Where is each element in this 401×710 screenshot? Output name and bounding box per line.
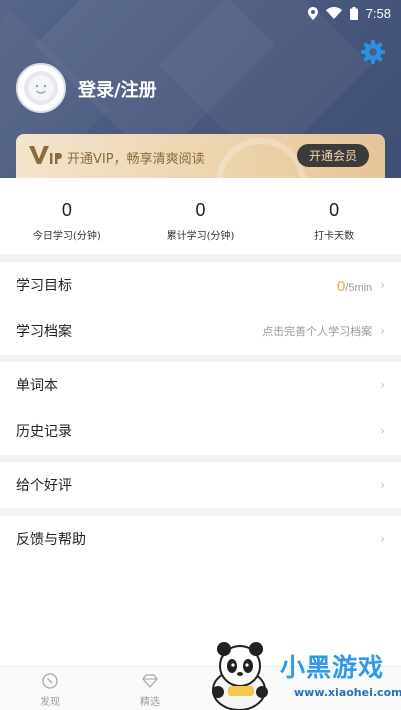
brand-watermark: 小黑游戏 www.xiaohei.com [206, 640, 401, 710]
tab-featured[interactable]: 精选 [100, 667, 200, 710]
menu-item-feedback[interactable]: 反馈与帮助 › [0, 516, 401, 562]
chevron-right-icon: › [380, 424, 385, 438]
panda-mascot-icon [212, 642, 268, 710]
diamond-icon [142, 674, 158, 688]
stat-label: 打卡天数 [314, 231, 355, 242]
menu-item-label: 给个好评 [16, 478, 72, 494]
watermark-brand: 小黑游戏 [280, 653, 385, 682]
tab-label: 发现 [40, 697, 60, 708]
tab-discover[interactable]: 发现 [0, 667, 100, 710]
study-stats: 0 今日学习(分钟) 0 累计学习(分钟) 0 打卡天数 [0, 178, 401, 254]
location-icon [307, 6, 318, 20]
menu-item-label: 单词本 [16, 378, 58, 394]
login-register-link[interactable]: 登录/注册 [78, 76, 157, 102]
battery-icon [349, 6, 358, 20]
menu-group-rate: 给个好评 › [0, 462, 401, 508]
chevron-right-icon: › [380, 324, 385, 338]
stat-value: 0 [61, 200, 72, 220]
wifi-icon [325, 7, 342, 19]
goal-unit: /5min [345, 281, 373, 294]
gear-icon [361, 40, 385, 64]
menu-item-goal[interactable]: 学习目标 0/5min › [0, 262, 401, 308]
stat-value: 0 [195, 200, 206, 220]
watermark-url: www.xiaohei.com [294, 686, 401, 699]
vip-banner[interactable]: 开通VIP，畅享清爽阅读 开通会员 [16, 134, 385, 178]
chevron-right-icon: › [380, 478, 385, 492]
stat-label: 今日学习(分钟) [32, 231, 101, 242]
menu-item-history[interactable]: 历史记录 › [0, 408, 401, 454]
menu-group-records: 单词本 › 历史记录 › [0, 362, 401, 455]
avatar[interactable] [16, 63, 66, 113]
vip-logo-icon [29, 146, 62, 164]
menu-item-label: 历史记录 [16, 424, 72, 440]
chevron-right-icon: › [380, 278, 385, 292]
menu-group-study: 学习目标 0/5min › 学习档案 点击完善个人学习档案 › [0, 262, 401, 355]
vip-decoration [216, 138, 306, 178]
menu-item-wordbook[interactable]: 单词本 › [0, 362, 401, 408]
settings-button[interactable] [360, 39, 386, 65]
status-time: 7:58 [365, 5, 391, 21]
menu-item-label: 学习档案 [16, 324, 72, 340]
menu-item-label: 反馈与帮助 [16, 532, 86, 548]
stat-label: 累计学习(分钟) [166, 231, 235, 242]
chevron-right-icon: › [380, 378, 385, 392]
avatar-face-icon [24, 71, 58, 105]
compass-icon [42, 673, 58, 689]
menu-item-archive[interactable]: 学习档案 点击完善个人学习档案 › [0, 308, 401, 354]
tab-label: 精选 [140, 697, 160, 708]
stat-total: 0 累计学习(分钟) [134, 178, 268, 254]
status-bar: 7:58 [307, 4, 391, 22]
vip-promo-text: 开通VIP，畅享清爽阅读 [67, 152, 205, 167]
stat-today: 0 今日学习(分钟) [0, 178, 134, 254]
open-membership-button[interactable]: 开通会员 [297, 144, 369, 167]
chevron-right-icon: › [380, 532, 385, 546]
menu-item-label: 学习目标 [16, 278, 72, 294]
stat-value: 0 [329, 200, 340, 220]
menu-item-rate[interactable]: 给个好评 › [0, 462, 401, 508]
stat-checkin: 0 打卡天数 [267, 178, 401, 254]
archive-hint: 点击完善个人学习档案 [262, 325, 373, 338]
